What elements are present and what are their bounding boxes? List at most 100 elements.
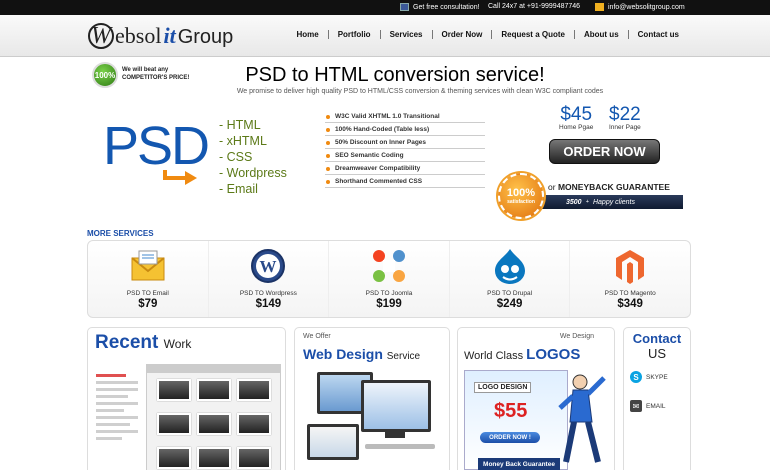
email-info[interactable]: info@websolitgroup.com bbox=[595, 3, 685, 11]
hero-subtitle: We promise to deliver high quality PSD t… bbox=[236, 88, 604, 95]
satisfaction-number: 100% bbox=[506, 187, 536, 199]
happy-clients-ribbon: 3500 + Happy clients bbox=[540, 195, 683, 209]
consult-text: Get free consultation! bbox=[413, 3, 480, 11]
web-design-word: Web Design bbox=[303, 346, 383, 362]
recent-work-title: Recent Work bbox=[95, 332, 191, 354]
guarantee-text: MONEYBACK GUARANTEE bbox=[557, 182, 670, 192]
mini-sidebar-graphic bbox=[96, 370, 138, 460]
portfolio-thumb bbox=[237, 447, 271, 469]
service-magento[interactable]: PSD TO Magento $349 bbox=[569, 241, 690, 317]
portfolio-thumb bbox=[237, 379, 271, 401]
recent-work-box[interactable]: Recent Work bbox=[87, 327, 286, 470]
logo-order-button[interactable]: ORDER NOW ! bbox=[480, 432, 540, 443]
top-bar: Get free consultation! Call 24x7 at +91-… bbox=[0, 0, 770, 15]
envelope-icon bbox=[595, 3, 604, 11]
email-contact[interactable]: ✉ EMAIL bbox=[630, 400, 666, 412]
portfolio-screenshot bbox=[146, 364, 281, 470]
phone-text: Call 24x7 at +91-9999487746 bbox=[488, 3, 581, 10]
price-amount: $22 bbox=[609, 104, 641, 125]
web-design-title: Web Design Service bbox=[303, 346, 420, 362]
we-offer-text: We Offer bbox=[303, 333, 331, 340]
inner-page-price: $22 Inner Page bbox=[609, 104, 641, 131]
service-price: $79 bbox=[138, 298, 158, 310]
skype-contact[interactable]: S SKYPE bbox=[630, 371, 668, 383]
clients-plus: + bbox=[585, 199, 589, 205]
service-price: $149 bbox=[255, 298, 282, 310]
main-nav: Home Portfolio Services Order Now Reques… bbox=[287, 30, 688, 39]
portfolio-thumb bbox=[197, 447, 231, 469]
nav-order-now[interactable]: Order Now bbox=[431, 30, 492, 39]
feature-item: Shorthand Commented CSS bbox=[325, 175, 485, 188]
facebook-icon[interactable] bbox=[400, 3, 409, 11]
service-joomla[interactable]: PSD TO Joomla $199 bbox=[328, 241, 449, 317]
price-label: Home Pgae bbox=[559, 124, 594, 131]
satisfaction-text: satisfaction bbox=[507, 199, 535, 205]
logo-w: W bbox=[88, 23, 114, 49]
services-panel: PSD TO Email $79 W PSD TO Wordpress $149… bbox=[87, 240, 691, 318]
format-item: CSS bbox=[219, 149, 287, 165]
moneyback-guarantee: or MONEYBACK GUARANTEE bbox=[548, 182, 670, 192]
laptop-image bbox=[307, 424, 359, 460]
satisfaction-badge-icon: 100% satisfaction bbox=[498, 173, 544, 219]
service-price: $199 bbox=[376, 298, 402, 310]
logo-price: $55 bbox=[494, 400, 528, 422]
logo-group: Group bbox=[177, 26, 234, 48]
svg-text:W: W bbox=[260, 257, 277, 276]
money-back-banner: Money Back Guarantee bbox=[478, 458, 560, 470]
portfolio-thumb bbox=[237, 413, 271, 435]
skype-label: SKYPE bbox=[646, 373, 668, 381]
format-item: Email bbox=[219, 181, 287, 197]
or-text: or bbox=[548, 182, 556, 192]
contact-us-word: US bbox=[647, 346, 667, 361]
email-label: EMAIL bbox=[646, 402, 666, 410]
web-design-box[interactable]: We Offer Web Design Service bbox=[294, 327, 450, 470]
arrow-icon bbox=[163, 170, 197, 185]
clients-label: Happy clients bbox=[592, 198, 636, 206]
service-name: PSD TO Email bbox=[126, 290, 169, 297]
nav-portfolio[interactable]: Portfolio bbox=[327, 30, 380, 39]
email-text[interactable]: info@websolitgroup.com bbox=[608, 4, 685, 11]
feature-item: 50% Discount on Inner Pages bbox=[325, 136, 485, 149]
format-item: Wordpress bbox=[219, 165, 287, 181]
service-email[interactable]: PSD TO Email $79 bbox=[88, 241, 208, 317]
email-icon: ✉ bbox=[630, 400, 642, 412]
nav-about-us[interactable]: About us bbox=[573, 30, 628, 39]
portfolio-thumb bbox=[157, 413, 191, 435]
logo-ebsol: ebsol bbox=[115, 23, 162, 48]
clients-count: 3500 bbox=[566, 198, 582, 206]
nav-request-quote[interactable]: Request a Quote bbox=[491, 30, 574, 39]
service-drupal[interactable]: PSD TO Drupal $249 bbox=[448, 241, 570, 317]
wordpress-icon: W bbox=[249, 247, 287, 285]
we-design-text: We Design bbox=[559, 333, 594, 340]
contact-title: Contact bbox=[632, 331, 682, 346]
site-logo[interactable]: Websol it Group bbox=[88, 23, 233, 49]
nav-services[interactable]: Services bbox=[379, 30, 432, 39]
portfolio-thumb bbox=[157, 379, 191, 401]
logos-title: World Class LOGOS bbox=[464, 346, 580, 363]
site-header: Websol it Group Home Portfolio Services Or… bbox=[0, 15, 770, 57]
portfolio-thumb bbox=[157, 447, 191, 469]
price-amount: $45 bbox=[560, 104, 593, 125]
logo-it: it bbox=[163, 23, 176, 48]
portfolio-thumb bbox=[197, 379, 231, 401]
price-label: Inner Page bbox=[609, 124, 641, 131]
keyboard-image bbox=[365, 444, 435, 449]
logo-design-label: LOGO DESIGN bbox=[474, 382, 532, 393]
drupal-icon bbox=[491, 247, 529, 285]
logos-word: LOGOS bbox=[526, 346, 581, 363]
free-consultation[interactable]: Get free consultation! bbox=[400, 3, 480, 11]
home-page-price: $45 Home Pgae bbox=[559, 104, 593, 131]
magento-icon bbox=[611, 247, 649, 285]
nav-home[interactable]: Home bbox=[287, 30, 327, 39]
work-word: Work bbox=[163, 337, 192, 351]
feature-item: 100% Hand-Coded (Table less) bbox=[325, 123, 485, 136]
phone-info: Call 24x7 at +91-9999487746 bbox=[488, 3, 580, 10]
service-name: PSD TO Wordpress bbox=[239, 290, 297, 297]
order-now-button[interactable]: ORDER NOW bbox=[549, 139, 660, 164]
feature-list: W3C Valid XHTML 1.0 Transitional 100% Ha… bbox=[325, 110, 485, 188]
service-name: PSD TO Drupal bbox=[487, 290, 533, 297]
logo-design-box[interactable]: We Design World Class LOGOS LOGO DESIGN … bbox=[457, 327, 615, 470]
service-wordpress[interactable]: W PSD TO Wordpress $149 bbox=[207, 241, 329, 317]
nav-contact-us[interactable]: Contact us bbox=[627, 30, 688, 39]
email-envelope-icon bbox=[129, 247, 167, 285]
